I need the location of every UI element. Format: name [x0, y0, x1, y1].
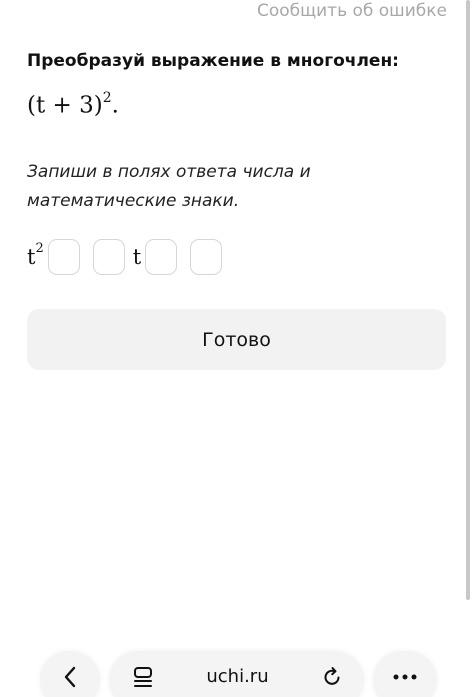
task-instruction: Запиши в полях ответа числа и математиче… — [27, 162, 311, 211]
task-title: Преобразуй выражение в многочлен: — [27, 51, 399, 71]
browser-toolbar: uchi.ru — [0, 651, 473, 697]
task-expression: (t + 3)2. — [27, 90, 119, 119]
reload-icon[interactable] — [322, 666, 342, 688]
url-text[interactable]: uchi.ru — [206, 666, 268, 687]
more-button[interactable] — [373, 651, 437, 697]
answer-row: t2 t — [27, 239, 223, 275]
reader-mode-icon[interactable] — [133, 666, 153, 688]
scroll-indicator — [466, 0, 470, 600]
expression-exponent: 2 — [102, 90, 112, 106]
address-bar[interactable]: uchi.ru — [109, 651, 364, 697]
answer-box-4[interactable] — [190, 239, 223, 275]
expression-base: (t + 3) — [27, 92, 103, 119]
page: Сообщить об ошибке Преобразуй выражение … — [0, 0, 473, 697]
chevron-left-icon — [63, 666, 77, 688]
report-error-link[interactable]: Сообщить об ошибке — [257, 1, 447, 21]
term1-exponent: 2 — [35, 241, 44, 256]
answer-term-t: t — [132, 245, 142, 269]
expression-end: . — [111, 92, 119, 119]
answer-box-1[interactable] — [47, 239, 80, 275]
answer-box-2[interactable] — [92, 239, 125, 275]
more-dots-icon — [392, 666, 418, 688]
answer-term-t-squared: t2 — [27, 241, 44, 269]
done-button[interactable]: Готово — [27, 309, 446, 370]
answer-box-3[interactable] — [145, 239, 178, 275]
back-button[interactable] — [40, 651, 100, 697]
